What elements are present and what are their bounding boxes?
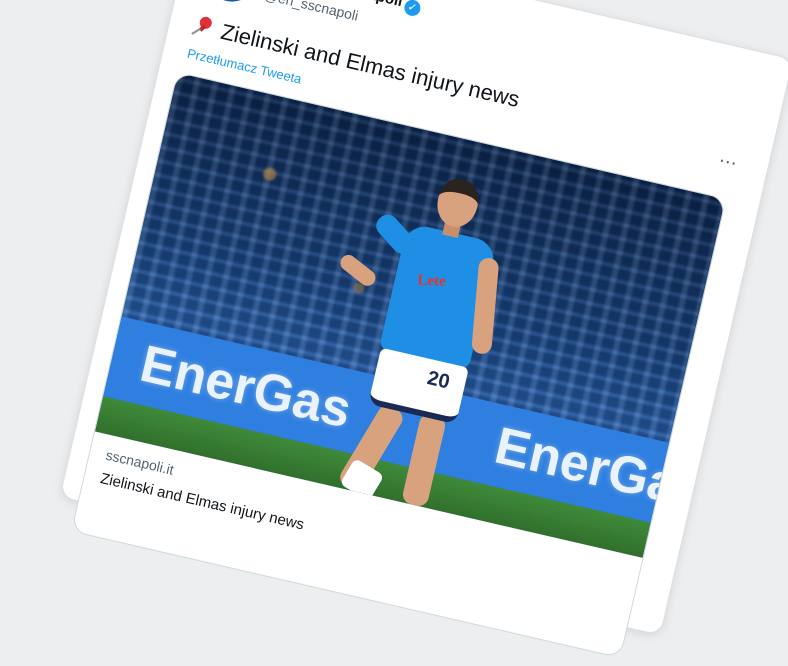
more-options-icon[interactable]: ⋯ [717, 150, 740, 175]
author-info: Official SSC Napoli✓ @en_sscnapoli [263, 0, 423, 37]
shirt-sponsor: Lete [417, 272, 447, 290]
player-right-leg [400, 412, 447, 508]
link-preview-card[interactable]: EnerGasEnerGas Lete 20 sscnapoli.it Ziel… [70, 71, 727, 659]
avatar[interactable]: N [200, 0, 264, 7]
shirt-number: 20 [425, 367, 452, 394]
pushpin-icon [188, 13, 216, 45]
tweet-card[interactable]: N Official SSC Napoli✓ @en_sscnapoli ⋯ Z… [59, 0, 788, 659]
verified-badge-icon: ✓ [402, 0, 422, 18]
player-head [432, 175, 483, 231]
